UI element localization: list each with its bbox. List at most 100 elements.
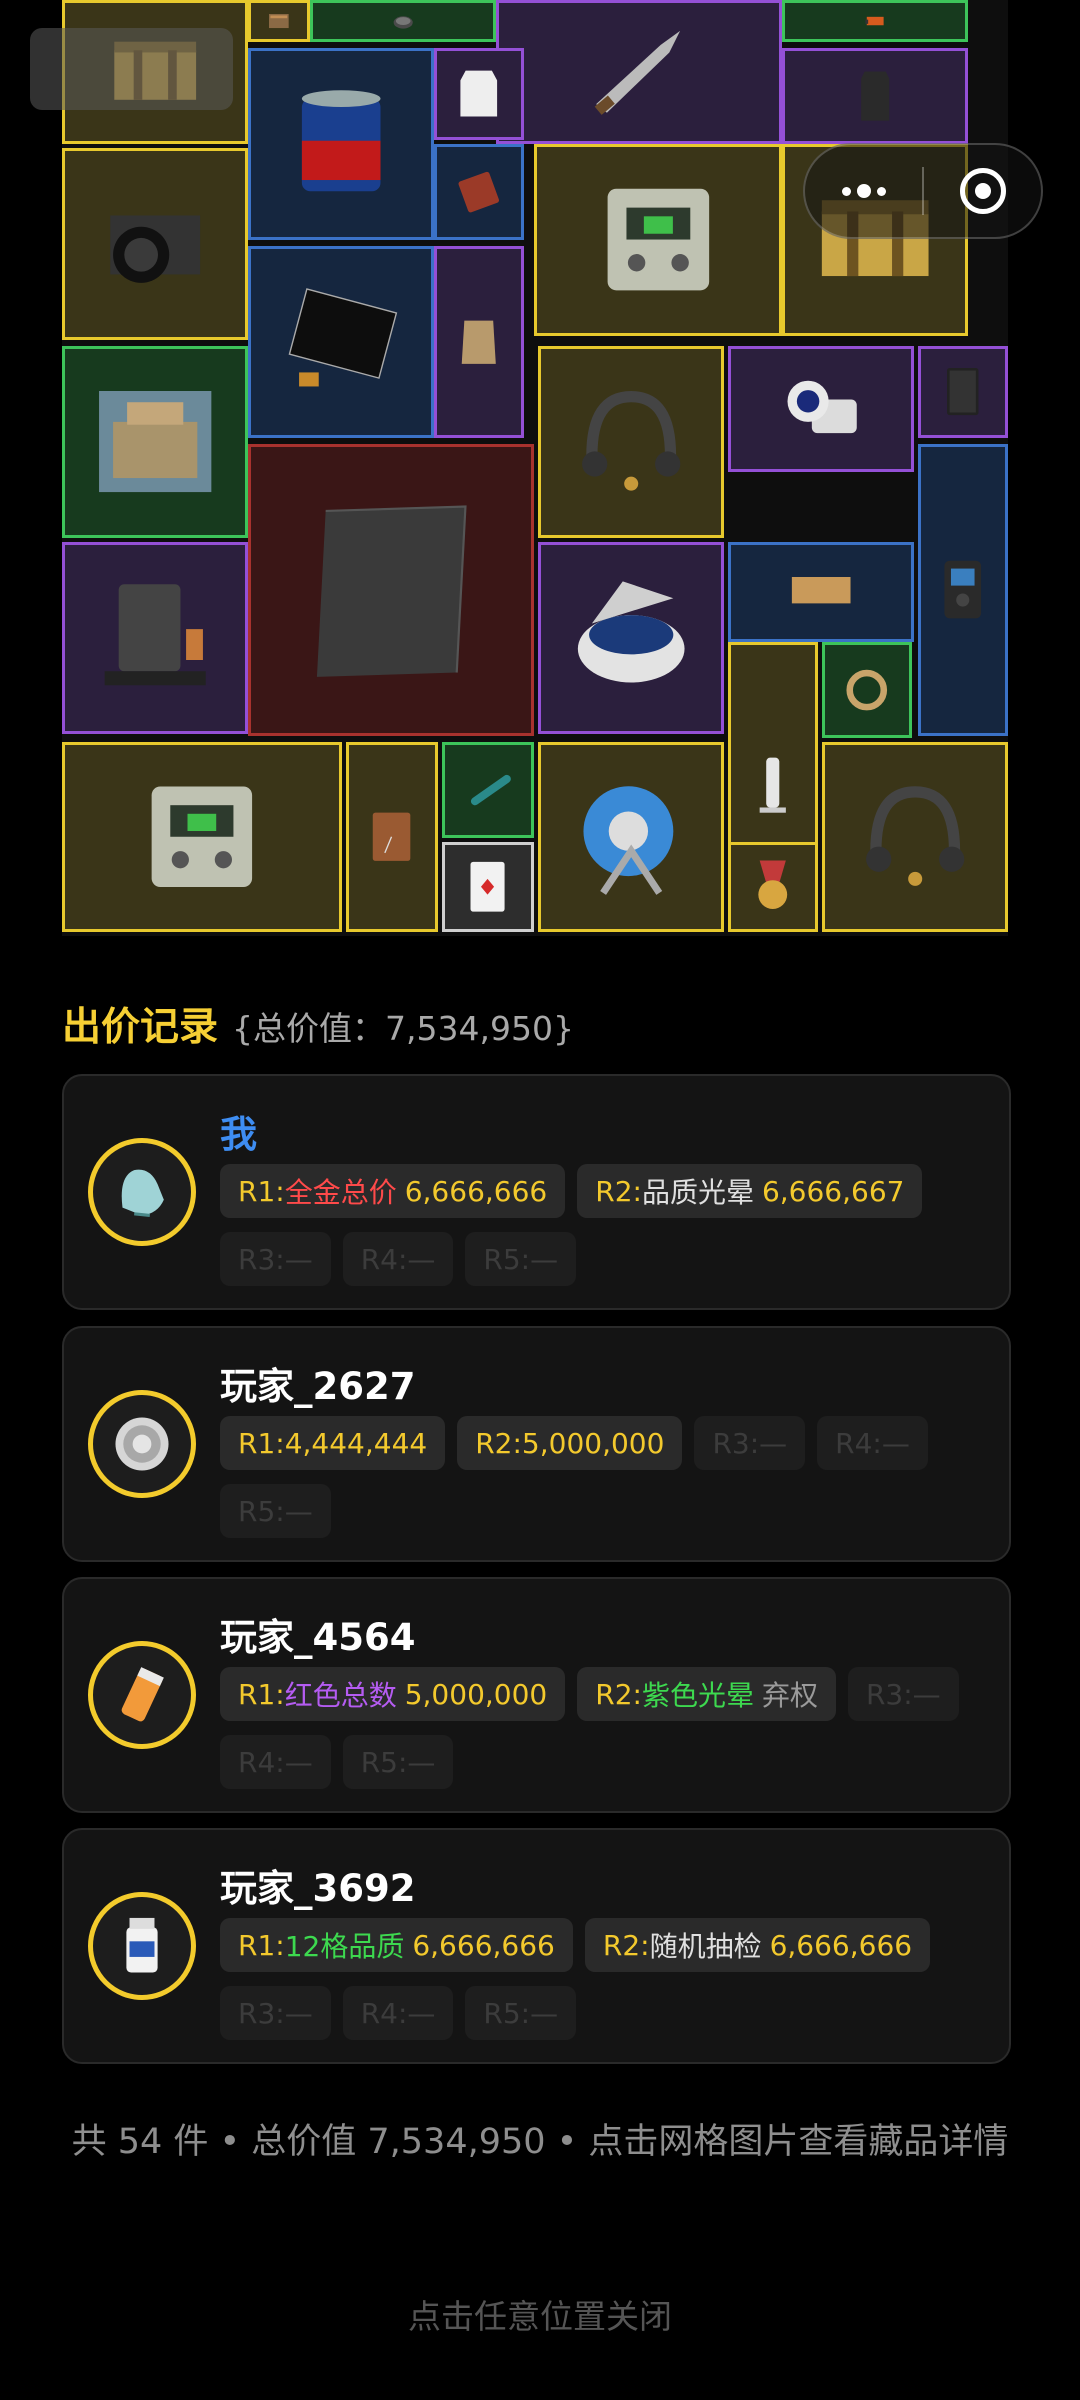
round-label: R1: [238, 1426, 285, 1460]
grid-item-medal[interactable] [728, 842, 818, 932]
round-label: R1: [238, 1677, 285, 1711]
grid-item-test-pen[interactable] [442, 742, 534, 838]
grid-item-carbon-fiber-sheet[interactable] [248, 444, 534, 736]
avatar [88, 1390, 196, 1498]
bid-amount: 5,000,000 [521, 1426, 665, 1460]
round-bid-empty: R5:— [220, 1484, 331, 1538]
grid-item-old-pouch[interactable] [434, 246, 524, 438]
player-name: 我 [220, 1113, 257, 1156]
grid-item-hose[interactable] [822, 642, 912, 738]
grid-item-field-radio-station[interactable] [62, 742, 342, 932]
grid-item-digital-recorder[interactable] [918, 444, 1008, 736]
bid-result-page[interactable]: 出价记录 {总价值：7,534,950} 我 R1: 全金总价 6,666,666 R2… [0, 0, 1080, 2400]
bid-type-label: 12格品质 [284, 1930, 405, 1963]
grid-item-body-armor-plate[interactable] [434, 48, 524, 140]
bid-amount: 6,666,666 [404, 1174, 548, 1208]
round-bid-empty: R4:— [342, 1986, 454, 2040]
round-bid-list: R1: 4,444,444 R2: 5,000,000 R3:— R4:— R5:— [220, 1416, 990, 1538]
round-bid-list: R1: 全金总价 6,666,666 R2: 品质光晕 6,666,667 R3:— R4:—… [220, 1164, 990, 1286]
collection-grid [62, 0, 1008, 936]
avatar [88, 1138, 196, 1246]
medicine-bottle-icon [126, 1917, 158, 1973]
bid-type-label: 红色总数 [284, 1679, 397, 1712]
grid-item-seasoning-packet[interactable] [434, 144, 524, 240]
round-bid: R1: 红色总数 5,000,000 [220, 1667, 566, 1721]
round-bid-empty: R4:— [220, 1735, 331, 1789]
more-button[interactable] [805, 145, 922, 237]
carbon-fiber-sheet-icon [316, 505, 467, 678]
grid-item-centrifuge[interactable] [538, 542, 724, 734]
bid-amount: 4,444,444 [284, 1426, 428, 1460]
old-pouch-icon [461, 321, 497, 365]
grid-item-headset[interactable] [822, 742, 1008, 932]
grid-item-display-panel[interactable] [248, 246, 434, 438]
grid-item-honeycomb-board[interactable] [728, 542, 914, 642]
round-bid-empty: R3:— [847, 1667, 959, 1721]
round-label: R1: [238, 1928, 285, 1962]
round-bid: R2: 品质光晕 6,666,667 [577, 1164, 923, 1218]
round-bid: R2: 5,000,000 [457, 1416, 683, 1470]
round-bid-empty: R4:— [817, 1416, 928, 1470]
round-bid: R2: 随机抽检 6,666,666 [584, 1918, 931, 1972]
bid-amount: 6,666,667 [761, 1174, 905, 1208]
bid-card: 玩家_3692 R1: 12格品质 6,666,666 R2: 随机抽检 6,666,666… [62, 1828, 1011, 2064]
playing-card-icon [470, 862, 506, 912]
bid-amount: 弃权 [761, 1679, 818, 1712]
cable-reel-icon [583, 786, 674, 896]
round-bid-list: R1: 12格品质 6,666,666 R2: 随机抽检 6,666,666 R3:— R4:… [220, 1918, 990, 2040]
grid-item-blood-pressure-monitor[interactable] [728, 346, 914, 472]
grid-item-medium-format-camera[interactable] [62, 148, 248, 340]
bid-record-title: 出价记录 [62, 1005, 219, 1050]
player-name: 玩家_4564 [220, 1616, 416, 1659]
round-label: R2: [602, 1928, 650, 1962]
grid-item-combat-knife[interactable] [496, 0, 782, 144]
round-bid-list: R1: 红色总数 5,000,000 R2: 紫色光晕 弃权 R3:— R4:— R5:— [220, 1667, 990, 1789]
digital-recorder-icon [944, 561, 982, 619]
centrifuge-icon [577, 581, 685, 683]
close-miniprogram-button[interactable] [924, 145, 1041, 237]
round-bid-empty: R5:— [342, 1735, 454, 1789]
round-label: R1: [238, 1174, 285, 1208]
grid-item-painting-villa[interactable] [62, 346, 248, 538]
close-hint[interactable]: 点击任意位置关闭 [0, 2290, 1080, 2338]
grid-item-coffee-machine[interactable] [62, 542, 248, 734]
bid-amount: 5,000,000 [404, 1677, 548, 1711]
avatar [88, 1641, 196, 1749]
round-bid-empty: R5:— [465, 1986, 577, 2040]
miniprogram-capsule [803, 143, 1043, 239]
round-label: R2: [595, 1174, 642, 1208]
summary-text: 共 54 件 • 总价值 7,534,950 • 点击网格图片查看藏品详情 [71, 2122, 1009, 2162]
coin-icon [115, 1417, 169, 1471]
round-bid-empty: R3:— [220, 1232, 331, 1286]
armor-insert-icon [860, 71, 890, 121]
round-bid-empty: R5:— [465, 1232, 577, 1286]
engine-part-icon [393, 16, 413, 29]
bid-type-label: 随机抽检 [649, 1930, 762, 1963]
round-bid-empty: R3:— [220, 1986, 331, 2040]
combat-knife-icon [594, 31, 680, 116]
grid-item-headset[interactable] [538, 346, 724, 538]
field-radio-station-icon [151, 786, 253, 888]
more-dots-icon [841, 184, 886, 198]
round-bid-empty: R4:— [342, 1232, 454, 1286]
grid-item-notebook[interactable] [918, 346, 1008, 438]
round-bid: R2: 紫色光晕 弃权 [577, 1667, 836, 1721]
seasoning-packet-icon [458, 171, 500, 213]
grid-item-tool-case[interactable] [248, 0, 310, 42]
headset-icon [865, 786, 965, 887]
round-bid: R1: 4,444,444 [220, 1416, 446, 1470]
grid-item-electric-saw[interactable] [782, 0, 968, 42]
coffee-machine-icon [104, 584, 206, 686]
notebook-icon [947, 368, 979, 416]
paint-can-icon [301, 90, 381, 192]
grid-item-field-radio-station[interactable] [534, 144, 782, 336]
bid-type-label: 全金总价 [284, 1176, 397, 1209]
headset-icon [581, 391, 681, 492]
grid-item-leather-notebook[interactable] [346, 742, 438, 932]
grid-item-cable-reel[interactable] [538, 742, 724, 932]
grid-item-playing-card[interactable] [442, 842, 534, 932]
grid-item-armor-insert[interactable] [782, 48, 968, 144]
hose-icon [846, 669, 888, 711]
grid-item-engine-part[interactable] [310, 0, 496, 42]
grid-item-paint-can[interactable] [248, 48, 434, 240]
